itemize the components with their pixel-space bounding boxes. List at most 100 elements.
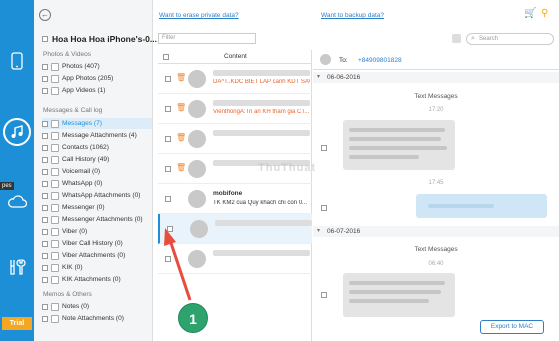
sidebar-item-viber-call-history[interactable]: Viber Call History (0) — [42, 238, 152, 249]
row-checkbox[interactable] — [167, 226, 173, 232]
sidebar-item-whatsapp-attachments[interactable]: WhatsApp Attachments (0) — [42, 190, 152, 201]
grid-view-icon[interactable] — [452, 34, 461, 43]
messenger-attachments-icon — [51, 215, 59, 224]
sidebar-item-call-history[interactable]: Call History (49) — [42, 154, 152, 165]
checkbox[interactable] — [42, 144, 48, 151]
music-icon[interactable] — [3, 118, 31, 146]
message-checkbox[interactable] — [321, 205, 327, 211]
sidebar-item-photos[interactable]: Photos (407) — [42, 61, 152, 72]
row-checkbox[interactable] — [165, 256, 171, 262]
list-item-selected[interactable] — [158, 214, 312, 244]
cloud-icon[interactable] — [6, 190, 28, 212]
select-all-checkbox[interactable] — [163, 54, 169, 60]
sidebar-item-label: Note Attachments (0) — [62, 315, 124, 322]
checkbox[interactable] — [42, 276, 48, 283]
top-bar: Want to erase private data? Want to back… — [153, 0, 559, 32]
checkbox[interactable] — [42, 303, 48, 310]
row-checkbox[interactable] — [165, 166, 171, 172]
checkbox[interactable] — [42, 87, 48, 94]
cart-icon[interactable]: 🛒 — [524, 8, 536, 19]
date-divider[interactable]: ▾ 06-07-2016 — [313, 226, 559, 237]
whatsapp-icon — [51, 179, 59, 188]
recipient-number[interactable]: +84909801828 — [358, 57, 402, 64]
sidebar-item-notes[interactable]: Notes (0) — [42, 301, 152, 312]
checkbox[interactable] — [42, 168, 48, 175]
trial-badge[interactable]: Trial — [2, 317, 32, 330]
blurred-text — [349, 146, 447, 150]
checkbox[interactable] — [42, 180, 48, 187]
callout-badge: 1 — [178, 303, 208, 333]
row-checkbox[interactable] — [165, 76, 171, 82]
checkbox[interactable] — [42, 240, 48, 247]
list-item[interactable]: mobifone TK KM2 cua Quy khach chi con 0..… — [158, 184, 312, 214]
sidebar-item-viber[interactable]: Viber (0) — [42, 226, 152, 237]
checkbox[interactable] — [42, 315, 48, 322]
sidebar-item-note-attachments[interactable]: Note Attachments (0) — [42, 313, 152, 324]
sidebar-item-label: Messenger (0) — [62, 204, 105, 211]
checkbox[interactable] — [42, 204, 48, 211]
rail-tooltip: pes — [0, 182, 14, 190]
device-checkbox[interactable] — [42, 36, 48, 42]
list-header: Content — [158, 50, 311, 64]
voicemail-icon — [51, 167, 59, 176]
list-item[interactable]: 🗑 DA^T..KDC BIET LAP canh KDT SAVI... — [158, 64, 312, 94]
back-button[interactable]: ← — [39, 9, 51, 21]
section-memos: Memos & Others — [43, 291, 92, 298]
checkbox[interactable] — [42, 216, 48, 223]
row-checkbox[interactable] — [165, 136, 171, 142]
sidebar-item-label: WhatsApp (0) — [62, 180, 103, 187]
whatsapp-attachments-icon — [51, 191, 59, 200]
sidebar-item-kik[interactable]: KIK (0) — [42, 262, 152, 273]
list-item[interactable]: 🗑 — [158, 124, 312, 154]
message-checkbox[interactable] — [321, 292, 327, 298]
sidebar-item-messenger-attachments[interactable]: Messenger Attachments (0) — [42, 214, 152, 225]
backup-link[interactable]: Want to backup data? — [321, 12, 384, 19]
sidebar-item-messages[interactable]: Messages (7) — [42, 118, 152, 129]
checkbox[interactable] — [42, 252, 48, 259]
device-row[interactable]: Hoa Hoa Hoa iPhone's-0... — [42, 34, 157, 44]
phone-icon[interactable] — [6, 50, 28, 72]
export-button[interactable]: Export to MAC — [480, 320, 544, 334]
sidebar-item-app-photos[interactable]: App Photos (205) — [42, 73, 152, 84]
list-item[interactable]: 🗑 VienthongA:Tri an KH tham gia CT... — [158, 94, 312, 124]
sidebar-item-label: Viber Attachments (0) — [62, 252, 126, 259]
to-label: To: — [339, 57, 348, 64]
row-checkbox[interactable] — [165, 106, 171, 112]
checkbox[interactable] — [42, 132, 48, 139]
tools-icon[interactable] — [6, 256, 28, 278]
sidebar-item-app-videos[interactable]: App Videos (1) — [42, 85, 152, 96]
kik-icon — [51, 263, 59, 272]
viber-attachments-icon — [51, 251, 59, 260]
viber-icon — [51, 227, 59, 236]
sidebar-item-label: Messages (7) — [62, 120, 102, 127]
checkbox[interactable] — [42, 228, 48, 235]
date-label: 06-06-2016 — [327, 74, 361, 81]
sidebar-item-whatsapp[interactable]: WhatsApp (0) — [42, 178, 152, 189]
checkbox[interactable] — [42, 63, 48, 70]
sidebar-item-message-attachments[interactable]: Message Attachments (4) — [42, 130, 152, 141]
checkbox[interactable] — [42, 120, 48, 127]
erase-link[interactable]: Want to erase private data? — [159, 12, 239, 19]
sidebar-item-contacts[interactable]: Contacts (1062) — [42, 142, 152, 153]
messages-icon — [51, 119, 59, 128]
checkbox[interactable] — [42, 192, 48, 199]
sidebar-item-voicemail[interactable]: Voicemail (0) — [42, 166, 152, 177]
sidebar-item-messenger[interactable]: Messenger (0) — [42, 202, 152, 213]
date-divider[interactable]: ▾ 06-06-2016 — [313, 72, 559, 83]
blurred-text — [349, 281, 445, 285]
trash-icon: 🗑 — [176, 103, 187, 112]
key-icon[interactable]: ⚲ — [541, 8, 548, 19]
list-item[interactable] — [158, 244, 312, 274]
trash-icon: 🗑 — [176, 163, 187, 172]
blurred-text — [349, 128, 445, 132]
message-checkbox[interactable] — [321, 145, 327, 151]
search-input[interactable]: Search — [466, 33, 554, 45]
checkbox[interactable] — [42, 264, 48, 271]
filter-select[interactable]: Filter — [158, 33, 256, 44]
app-photos-icon — [51, 74, 59, 83]
sidebar-item-kik-attachments[interactable]: KIK Attachments (0) — [42, 274, 152, 285]
checkbox[interactable] — [42, 75, 48, 82]
sidebar-item-viber-attachments[interactable]: Viber Attachments (0) — [42, 250, 152, 261]
checkbox[interactable] — [42, 156, 48, 163]
row-checkbox[interactable] — [165, 196, 171, 202]
